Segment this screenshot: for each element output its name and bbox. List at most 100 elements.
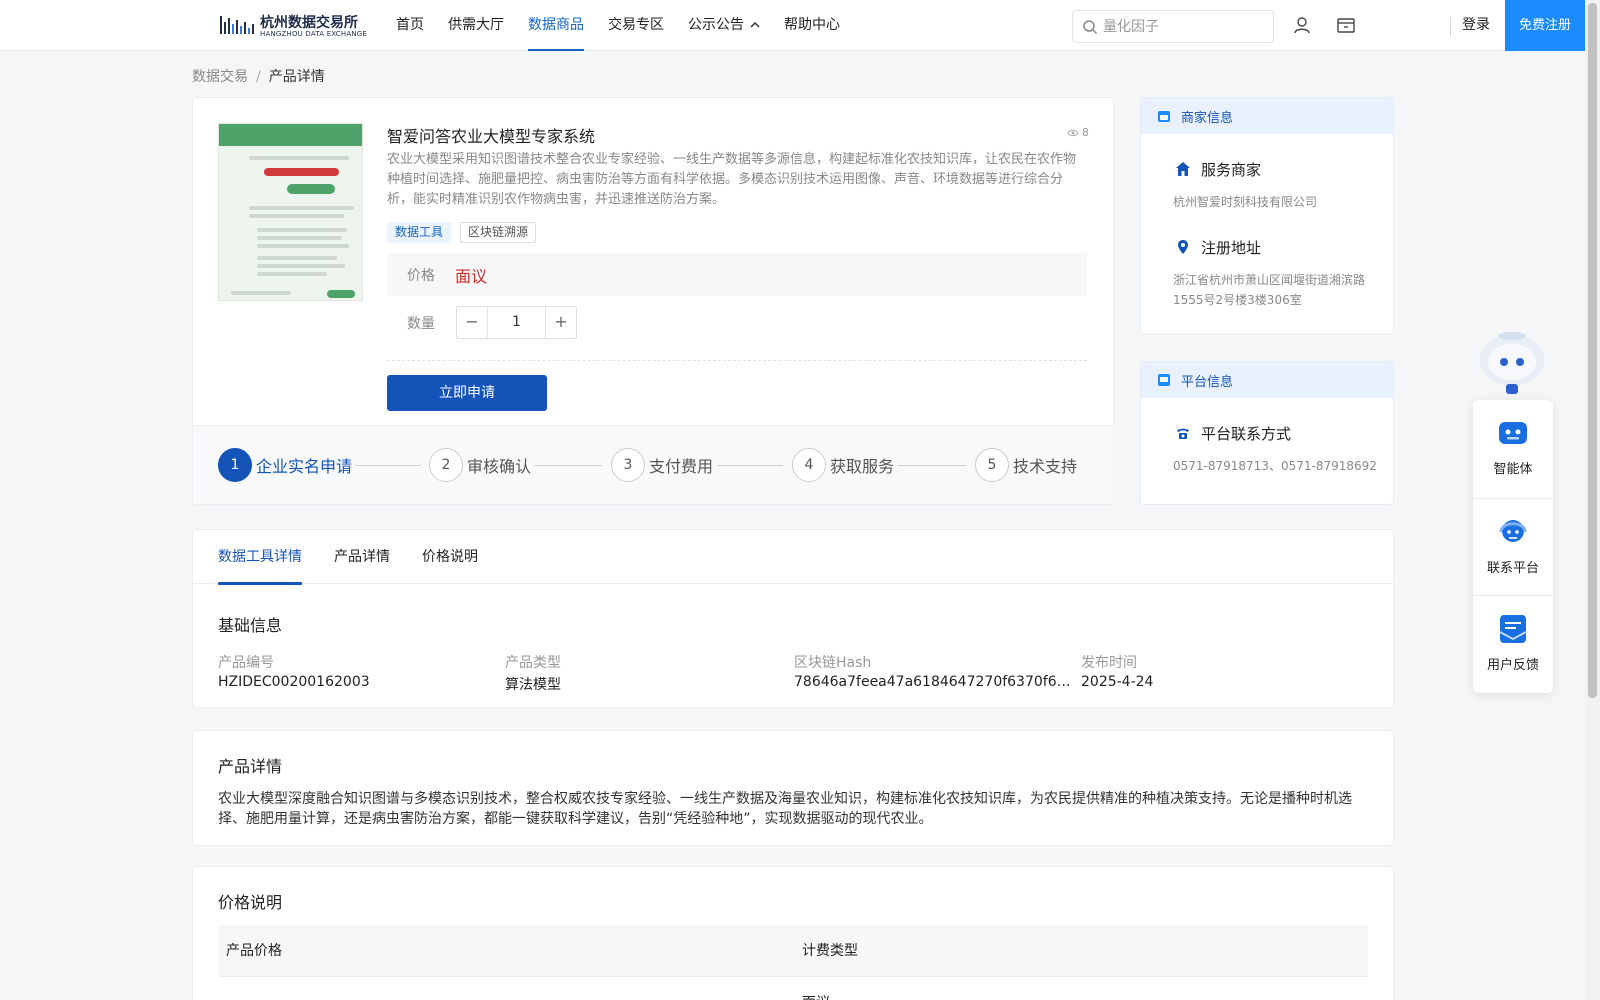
store-icon[interactable] xyxy=(1336,15,1356,35)
float-item-contact[interactable]: 联系平台 xyxy=(1473,498,1553,595)
basic-info-title: 基础信息 xyxy=(218,616,283,635)
nav-trade-zone[interactable]: 交易专区 xyxy=(608,0,664,50)
step-5-number: 5 xyxy=(975,448,1009,482)
header-divider xyxy=(1450,17,1451,37)
dashed-divider xyxy=(387,360,1087,361)
float-label-contact: 联系平台 xyxy=(1486,561,1539,576)
product-detail-card: 产品详情 农业大模型深度融合知识图谱与多模态识别技术，整合权威农技专家经验、一线… xyxy=(192,730,1394,846)
price-description-title: 价格说明 xyxy=(218,893,283,912)
thumbnail-header xyxy=(219,124,362,146)
nav-trade-zone-label: 交易专区 xyxy=(608,17,664,33)
search-input[interactable] xyxy=(1103,11,1268,42)
step-5: 5 技术支持 xyxy=(975,448,1077,482)
step-1-label: 企业实名申请 xyxy=(256,457,353,476)
breadcrumb-separator: / xyxy=(256,69,261,85)
platform-contact-value: 0571-87918713、0571-87918692 xyxy=(1173,459,1377,473)
product-type-value: 算法模型 xyxy=(505,677,561,693)
register-button[interactable]: 免费注册 xyxy=(1505,0,1585,51)
platform-contact-label: 平台联系方式 xyxy=(1201,425,1292,443)
step-connector xyxy=(717,465,783,466)
tab-price-description[interactable]: 价格说明 xyxy=(422,530,478,584)
breadcrumb-parent[interactable]: 数据交易 xyxy=(192,69,248,85)
nav-supply-demand[interactable]: 供需大厅 xyxy=(448,0,504,50)
blockchain-hash-value: 78646a7feea47a6184647270f6370f682be... xyxy=(794,674,1072,690)
main-nav: 首页 供需大厅 数据商品 交易专区 公示公告 帮助中心 xyxy=(396,0,864,51)
float-item-agent[interactable]: 智能体 xyxy=(1473,400,1553,497)
user-icon[interactable] xyxy=(1292,15,1312,35)
step-3: 3 支付费用 xyxy=(611,448,713,482)
product-id-label: 产品编号 xyxy=(218,655,274,671)
scrollbar-thumb[interactable] xyxy=(1588,3,1597,698)
top-header: 杭州数据交易所 HANGZHOU DATA EXCHANGE 首页 供需大厅 数… xyxy=(0,0,1585,51)
price-table-header: 产品价格 计费类型 xyxy=(218,925,1368,977)
column-header-billing-type: 计费类型 xyxy=(802,943,858,959)
product-thumbnail[interactable] xyxy=(218,123,363,301)
customer-service-icon xyxy=(1499,520,1527,542)
product-description: 农业大模型采用知识图谱技术整合农业专家经验、一线生产数据等多源信息，构建起标准化… xyxy=(387,152,1077,207)
robot-chat-icon xyxy=(1499,422,1527,444)
feedback-mail-icon xyxy=(1499,615,1527,643)
price-description-card: 价格说明 产品价格 计费类型 - 面议 xyxy=(192,866,1394,1000)
breadcrumb: 数据交易 / 产品详情 xyxy=(192,66,325,86)
merchant-info-header: 商家信息 xyxy=(1141,98,1393,134)
product-id-value: HZIDEC00200162003 xyxy=(218,674,370,690)
nav-data-products[interactable]: 数据商品 xyxy=(528,0,584,51)
calendar-icon xyxy=(1158,111,1170,122)
search-icon[interactable] xyxy=(1082,19,1098,35)
decrement-button[interactable]: − xyxy=(457,307,488,338)
nav-help-center[interactable]: 帮助中心 xyxy=(784,0,840,50)
quantity-label: 数量 xyxy=(407,316,435,332)
publish-date-value: 2025-4-24 xyxy=(1081,674,1154,690)
blockchain-hash-label: 区块链Hash xyxy=(794,655,872,671)
step-connector xyxy=(898,465,966,466)
search-box xyxy=(1072,10,1274,43)
step-connector xyxy=(355,465,421,466)
logo-title: 杭州数据交易所 xyxy=(260,15,358,31)
price-label: 价格 xyxy=(407,268,435,284)
breadcrumb-current: 产品详情 xyxy=(268,69,325,85)
tab-data-tool-detail[interactable]: 数据工具详情 xyxy=(218,530,302,585)
registered-address-label: 注册地址 xyxy=(1201,239,1262,257)
price-value: 面议 xyxy=(455,267,488,286)
eye-icon xyxy=(1067,129,1079,137)
nav-home-label: 首页 xyxy=(396,17,424,33)
chevron-up-icon xyxy=(750,21,760,28)
apply-button[interactable]: 立即申请 xyxy=(387,375,547,411)
product-tags: 数据工具 区块链溯源 xyxy=(387,222,545,243)
registered-address-value: 浙江省杭州市萧山区闻堰街道湘滨路1555号2号楼3楼306室 xyxy=(1173,273,1366,307)
logo-subtitle: HANGZHOU DATA EXCHANGE xyxy=(260,30,368,38)
float-item-feedback[interactable]: 用户反馈 xyxy=(1473,595,1553,692)
nav-help-center-label: 帮助中心 xyxy=(784,17,840,33)
float-label-agent: 智能体 xyxy=(1493,462,1533,477)
step-connector xyxy=(534,465,602,466)
site-logo[interactable]: 杭州数据交易所 HANGZHOU DATA EXCHANGE xyxy=(220,10,367,40)
login-link[interactable]: 登录 xyxy=(1462,0,1490,50)
detail-tabs-card: 数据工具详情 产品详情 价格说明 基础信息 产品编号 HZIDEC0020016… xyxy=(192,529,1394,708)
price-table: 产品价格 计费类型 - 面议 xyxy=(218,925,1368,1000)
page-scrollbar[interactable] xyxy=(1585,0,1600,1000)
nav-data-products-label: 数据商品 xyxy=(528,17,584,33)
product-detail-text: 农业大模型深度融合知识图谱与多模态识别技术，整合权威农技专家经验、一线生产数据及… xyxy=(218,791,1352,827)
step-2-label: 审核确认 xyxy=(467,457,532,476)
nav-supply-demand-label: 供需大厅 xyxy=(448,17,504,33)
tab-product-detail[interactable]: 产品详情 xyxy=(334,530,390,584)
nav-announcements[interactable]: 公示公告 xyxy=(688,0,760,50)
step-5-label: 技术支持 xyxy=(1013,457,1078,476)
tag-blockchain: 区块链溯源 xyxy=(460,222,537,243)
view-count-value: 8 xyxy=(1082,126,1089,139)
service-merchant-label: 服务商家 xyxy=(1201,161,1262,179)
platform-info-title: 平台信息 xyxy=(1181,375,1234,390)
price-cell: - xyxy=(234,977,239,1000)
billing-type-cell: 面议 xyxy=(802,977,830,1000)
product-title: 智爱问答农业大模型专家系统 xyxy=(387,127,596,146)
phone-icon xyxy=(1177,428,1189,439)
assistant-robot-icon[interactable] xyxy=(1474,326,1550,396)
step-4-number: 4 xyxy=(792,448,826,482)
service-merchant-value: 杭州智爱时刻科技有限公司 xyxy=(1173,195,1318,209)
nav-home[interactable]: 首页 xyxy=(396,0,424,50)
quantity-value[interactable]: 1 xyxy=(488,307,545,338)
product-detail-title: 产品详情 xyxy=(218,757,283,776)
increment-button[interactable]: + xyxy=(545,307,576,338)
product-type-label: 产品类型 xyxy=(505,655,561,671)
publish-date-label: 发布时间 xyxy=(1081,655,1137,671)
